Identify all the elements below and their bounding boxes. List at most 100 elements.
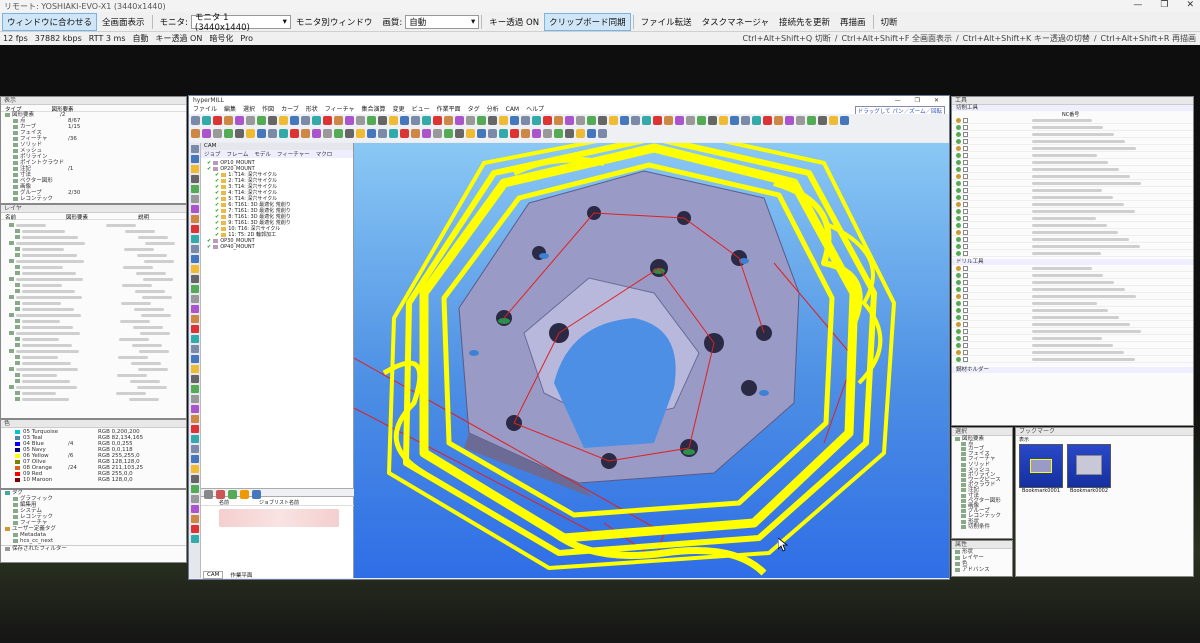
holder-header[interactable]: 鋼材ホルダー — [952, 367, 1193, 373]
tab-workplane[interactable]: 作業平面 — [227, 571, 255, 579]
toolbar-tool-icon[interactable] — [356, 129, 365, 138]
toolbar-tool-icon[interactable] — [829, 116, 838, 125]
checkbox[interactable] — [963, 180, 968, 186]
checkbox[interactable] — [963, 194, 968, 200]
vertical-tool-icon[interactable] — [191, 485, 199, 493]
vertical-tool-icon[interactable] — [191, 275, 199, 283]
toolbar-tool-icon[interactable] — [389, 129, 398, 138]
toolbar-tool-icon[interactable] — [543, 116, 552, 125]
vertical-tool-icon[interactable] — [191, 525, 199, 533]
toolbar-tool-icon[interactable] — [510, 116, 519, 125]
vertical-tool-icon[interactable] — [191, 505, 199, 513]
vertical-tool-icon[interactable] — [191, 345, 199, 353]
toolbar-tool-icon[interactable] — [598, 129, 607, 138]
tool-row[interactable] — [952, 356, 1193, 363]
toolbar-tool-icon[interactable] — [576, 116, 585, 125]
postprocess-icon[interactable] — [252, 490, 261, 499]
toolbar-tool-icon[interactable] — [499, 116, 508, 125]
monitor-select[interactable]: モニタ 1 (3440x1440) ▾ — [190, 13, 291, 33]
color-row[interactable]: 10 Maroon RGB 128,0,0 — [5, 477, 182, 483]
vertical-tool-icon[interactable] — [191, 445, 199, 453]
vertical-tool-icon[interactable] — [191, 355, 199, 363]
toolbar-tool-icon[interactable] — [389, 116, 398, 125]
bookmark-item[interactable]: Bookmark0002 — [1067, 444, 1111, 494]
tool-row[interactable] — [952, 187, 1193, 194]
layer-row[interactable] — [5, 396, 182, 402]
check-icon[interactable]: ✔ — [207, 244, 211, 250]
checkbox[interactable] — [963, 300, 968, 306]
menu-item[interactable]: フィーチャ — [325, 105, 355, 114]
toolbar-tool-icon[interactable] — [235, 116, 244, 125]
tool-row[interactable] — [952, 307, 1193, 314]
checkbox[interactable] — [963, 215, 968, 221]
toolbar-tool-icon[interactable] — [532, 116, 541, 125]
toolbar-tool-icon[interactable] — [378, 116, 387, 125]
menu-item[interactable]: 作業平面 — [437, 105, 461, 114]
tool-row[interactable] — [952, 272, 1193, 279]
toolbar-tool-icon[interactable] — [444, 116, 453, 125]
toolbar-tool-icon[interactable] — [367, 116, 376, 125]
toolbar-tool-icon[interactable] — [587, 116, 596, 125]
toolbar-tool-icon[interactable] — [301, 129, 310, 138]
toolbar-tool-icon[interactable] — [213, 129, 222, 138]
checkbox[interactable] — [963, 250, 968, 256]
color-list[interactable]: 05 Turquoise RGB 0,200,200 03 Teal RGB 82,1… — [1, 428, 186, 484]
toolbar-tool-icon[interactable] — [202, 129, 211, 138]
vertical-tool-icon[interactable] — [191, 195, 199, 203]
tool-row[interactable] — [952, 300, 1193, 307]
toolbar-tool-icon[interactable] — [323, 129, 332, 138]
toolbar-tool-icon[interactable] — [730, 116, 739, 125]
checkbox[interactable] — [963, 335, 968, 341]
checkbox[interactable] — [963, 229, 968, 235]
toolbar-tool-icon[interactable] — [367, 129, 376, 138]
toolbar-tool-icon[interactable] — [279, 129, 288, 138]
checkbox[interactable] — [963, 138, 968, 144]
vertical-tool-icon[interactable] — [191, 245, 199, 253]
checkbox[interactable] — [963, 293, 968, 299]
vertical-tool-icon[interactable] — [191, 265, 199, 273]
toolbar-tool-icon[interactable] — [565, 116, 574, 125]
toolbar-tool-icon[interactable] — [521, 129, 530, 138]
checkbox[interactable] — [963, 159, 968, 165]
vertical-tool-icon[interactable] — [191, 455, 199, 463]
vertical-tool-icon[interactable] — [191, 395, 199, 403]
job-item[interactable]: ✔ OP40_MOUNT — [201, 244, 353, 250]
toolbar-tool-icon[interactable] — [268, 116, 277, 125]
toolbar-tool-icon[interactable] — [257, 116, 266, 125]
vertical-tool-icon[interactable] — [191, 315, 199, 323]
vertical-tool-icon[interactable] — [191, 225, 199, 233]
delete-icon[interactable] — [216, 490, 225, 499]
toolbar-tool-icon[interactable] — [576, 129, 585, 138]
tool-row[interactable] — [952, 229, 1193, 236]
toolbar-tool-icon[interactable] — [719, 116, 728, 125]
vertical-tool-icon[interactable] — [191, 305, 199, 313]
toolbar-tool-icon[interactable] — [763, 116, 772, 125]
layer-list[interactable] — [1, 220, 186, 404]
toolbar-tool-icon[interactable] — [532, 129, 541, 138]
redraw-button[interactable]: 再描画 — [835, 13, 871, 31]
cutting-tool-list[interactable] — [952, 117, 1193, 257]
tool-row[interactable] — [952, 349, 1193, 356]
cam-tab[interactable]: モデル — [254, 150, 271, 158]
vertical-tool-icon[interactable] — [191, 465, 199, 473]
tool-row[interactable] — [952, 342, 1193, 349]
toolbar-tool-icon[interactable] — [345, 116, 354, 125]
tool-row[interactable] — [952, 166, 1193, 173]
job-list[interactable]: ✔ OP10_MOUNT ✔ OP20_MOUNT ✔ 1: T14: 深穴サイクル ✔ 2:… — [201, 158, 353, 250]
toolbar-tool-icon[interactable] — [433, 129, 442, 138]
tool-row[interactable] — [952, 173, 1193, 180]
tool-row[interactable] — [952, 124, 1193, 131]
toolbar-tool-icon[interactable] — [444, 129, 453, 138]
toolbar-tool-icon[interactable] — [510, 129, 519, 138]
checkbox[interactable] — [963, 145, 968, 151]
checkbox[interactable] — [963, 286, 968, 292]
tool-row[interactable] — [952, 152, 1193, 159]
toolbar-tool-icon[interactable] — [257, 129, 266, 138]
checkbox[interactable] — [963, 265, 968, 271]
vertical-tool-icon[interactable] — [191, 155, 199, 163]
cam-tab[interactable]: フィーチャー — [277, 150, 310, 158]
toolbar-tool-icon[interactable] — [433, 116, 442, 125]
checkbox[interactable] — [963, 131, 968, 137]
vertical-tool-icon[interactable] — [191, 335, 199, 343]
toolbar-tool-icon[interactable] — [708, 116, 717, 125]
